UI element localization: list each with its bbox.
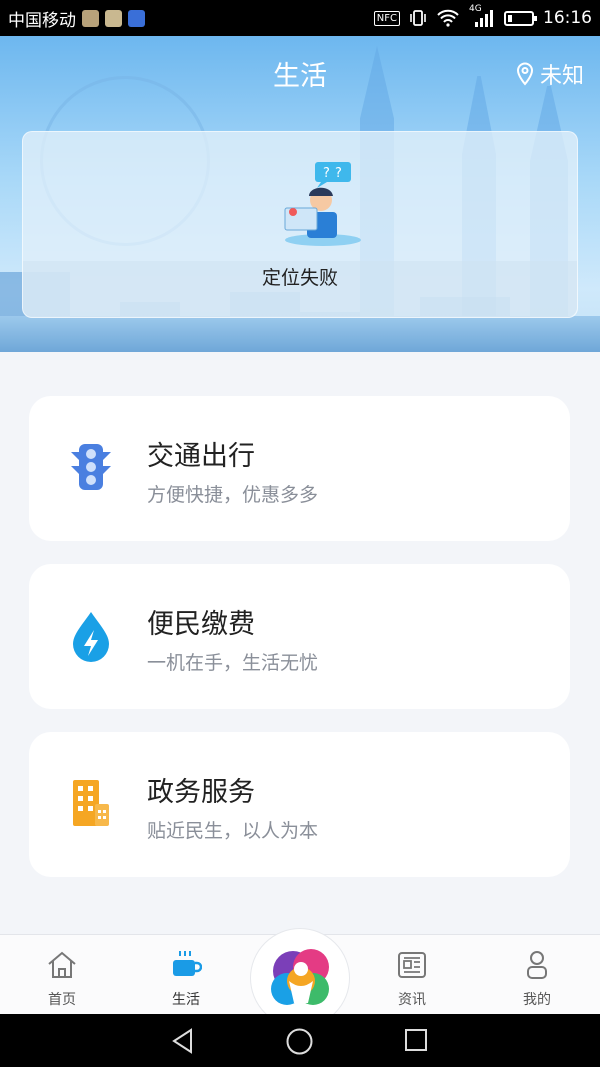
service-card-transport[interactable]: 交通出行 方便快捷，优惠多多 <box>29 396 570 541</box>
wifi-icon <box>437 9 459 27</box>
nfc-icon: NFC <box>373 10 400 26</box>
service-subtitle: 一机在手，生活无忧 <box>147 652 319 674</box>
traffic-light-icon <box>71 444 111 490</box>
tab-mine[interactable]: 我的 <box>497 935 577 1015</box>
location-selector[interactable]: 未知 <box>516 58 584 90</box>
back-icon[interactable] <box>170 1028 196 1054</box>
paw-notification-icon <box>128 9 145 27</box>
gallery-notification-icon <box>105 9 122 27</box>
home-icon <box>48 951 76 978</box>
water-drop-bolt-icon <box>73 612 109 662</box>
svg-text:?: ? <box>335 166 342 181</box>
app-notification-icon <box>82 9 99 27</box>
center-app-button[interactable] <box>250 928 350 1028</box>
status-bar: 中国移动 NFC 4G 16:16 <box>0 0 600 36</box>
clock: 16:16 <box>543 8 592 28</box>
tab-news[interactable]: 资讯 <box>372 935 452 1015</box>
vibrate-icon <box>410 10 426 26</box>
page-title: 生活 <box>273 61 327 92</box>
carrier-label: 中国移动 <box>8 10 76 31</box>
building-icon <box>73 780 109 826</box>
tab-life[interactable]: 生活 <box>146 935 226 1015</box>
tab-label: 首页 <box>48 992 76 1008</box>
tab-label: 生活 <box>172 992 200 1008</box>
battery-icon <box>504 10 537 26</box>
service-title: 交通出行 <box>147 441 255 472</box>
service-card-payment[interactable]: 便民缴费 一机在手，生活无忧 <box>29 564 570 709</box>
tab-label: 资讯 <box>398 992 426 1008</box>
service-subtitle: 贴近民生，以人为本 <box>147 820 319 842</box>
home-circle-icon[interactable] <box>286 1028 313 1055</box>
svg-text:?: ? <box>323 166 330 181</box>
news-icon <box>398 952 426 978</box>
tab-label: 我的 <box>523 992 551 1008</box>
hero-banner: 生活 未知 ? ? 定位失败 <box>0 36 600 352</box>
recents-icon[interactable] <box>404 1028 428 1052</box>
location-failed-illustration: ? ? <box>284 162 361 246</box>
service-title: 政务服务 <box>147 777 255 808</box>
coffee-cup-icon <box>173 951 202 976</box>
location-status-card[interactable]: ? ? 定位失败 <box>22 131 578 318</box>
location-label: 未知 <box>539 64 584 89</box>
location-status-text: 定位失败 <box>261 267 338 289</box>
service-card-government[interactable]: 政务服务 贴近民生，以人为本 <box>29 732 570 877</box>
location-pin-icon <box>516 62 533 86</box>
system-nav-bar <box>0 1014 600 1067</box>
tab-home[interactable]: 首页 <box>22 935 102 1015</box>
service-subtitle: 方便快捷，优惠多多 <box>147 484 319 506</box>
person-icon <box>527 951 547 979</box>
service-title: 便民缴费 <box>147 609 255 640</box>
signal-icon: 4G <box>469 4 495 28</box>
